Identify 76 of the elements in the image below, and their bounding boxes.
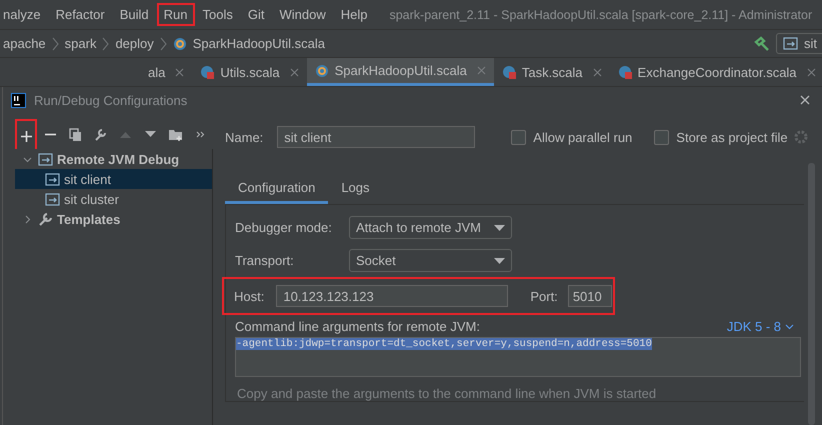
config-icon	[38, 152, 53, 166]
host-label: Host:	[234, 288, 264, 304]
chevron-icon	[160, 36, 167, 50]
transport-label: Transport:	[235, 253, 295, 268]
close-icon	[592, 68, 602, 76]
breadcrumb[interactable]: SparkHadoopUtil.scala	[192, 36, 325, 51]
tab[interactable]: Configuration	[225, 173, 328, 204]
dialog-title: Run/Debug Configurations	[34, 92, 188, 108]
command-line-label: Command line arguments for remote JVM:	[235, 319, 480, 334]
class-icon	[172, 36, 187, 50]
command-line-field[interactable]: -agentlib:jdwp=transport=dt_socket,server=y,suspend=n,address=5010	[235, 337, 801, 377]
dropdown[interactable]: Socket	[349, 249, 512, 272]
breadcrumb[interactable]: spark	[64, 36, 96, 51]
checkbox-label: Allow parallel run	[533, 130, 632, 144]
plus-icon	[20, 130, 32, 142]
close-icon	[175, 68, 184, 76]
debugger-mode-label: Debugger mode:	[235, 220, 333, 235]
dropdown[interactable]: Attach to remote JVM	[349, 216, 512, 239]
editor-tab[interactable]: Utils.scala	[192, 58, 307, 86]
port-field[interactable]: 5010	[568, 285, 612, 307]
name-label: Name:	[225, 130, 264, 144]
wrench-icon	[94, 128, 107, 140]
checkbox-label: Store as project file	[676, 130, 788, 144]
hint-text: Copy and paste the arguments to the command line when JVM is started	[236, 386, 658, 401]
editor-tab[interactable]: ala	[140, 58, 192, 86]
close-icon	[800, 95, 810, 105]
hammer-icon	[754, 36, 770, 52]
settings-icon	[794, 130, 809, 144]
editor-tab[interactable]: Task.scala	[494, 58, 610, 86]
tab[interactable]: Logs	[328, 173, 383, 204]
chevron-icon	[52, 36, 59, 50]
tree-item[interactable]: sit cluster	[15, 189, 212, 209]
chevron-down-icon	[23, 154, 32, 164]
host-field[interactable]: 10.123.123.123	[276, 285, 508, 307]
copy-icon	[69, 128, 82, 140]
menu-item[interactable]: Run	[156, 3, 194, 26]
checkbox[interactable]	[511, 130, 526, 144]
checkbox[interactable]	[654, 130, 670, 144]
menu-item[interactable]: Build	[112, 3, 156, 26]
close-icon	[290, 68, 299, 76]
app-logo-icon	[11, 92, 26, 108]
folder-icon	[169, 128, 182, 140]
menu-item[interactable]: Window	[272, 3, 333, 26]
config-icon	[45, 172, 60, 186]
menu-item[interactable]: Refactor	[48, 3, 112, 26]
close-icon	[476, 66, 486, 75]
editor-tab[interactable]: SparkHadoopUtil.scala	[306, 58, 494, 86]
menu-item[interactable]: Git	[240, 3, 272, 26]
tree-item[interactable]: Templates	[15, 209, 212, 229]
caret-icon	[494, 258, 505, 264]
object-icon	[200, 65, 214, 79]
class-icon	[314, 64, 329, 78]
config-icon	[783, 36, 798, 51]
double-chevron-icon	[196, 130, 204, 138]
port-label: Port:	[530, 288, 558, 304]
window-title: spark-parent_2.11 - SparkHadoopUtil.scala [spark-core_2.11] - Administrator	[389, 8, 812, 22]
wrench-icon	[38, 212, 53, 226]
breadcrumb[interactable]: deploy	[115, 36, 154, 51]
breadcrumb[interactable]: apache	[3, 36, 46, 51]
chevron-icon	[102, 36, 110, 50]
tree-item[interactable]: sit client	[15, 169, 212, 189]
name-field[interactable]: sit client	[277, 126, 476, 148]
object-icon	[618, 65, 632, 79]
chevron-right-icon	[23, 214, 32, 224]
menu-item[interactable]: Help	[334, 3, 374, 26]
chevron-down-icon	[785, 324, 794, 330]
close-icon	[806, 68, 816, 76]
jdk-version-link[interactable]: JDK 5 - 8	[726, 319, 794, 334]
run-config-button[interactable]: sit	[776, 33, 822, 54]
caret-icon	[494, 224, 505, 230]
tree-item[interactable]: Remote JVM Debug	[15, 149, 212, 169]
menu-item[interactable]: nalyze	[0, 3, 48, 26]
editor-tab[interactable]: ExchangeCoordinator.scala	[610, 58, 822, 86]
object-icon	[502, 65, 516, 79]
config-icon	[45, 192, 60, 206]
menu-item[interactable]: Tools	[196, 3, 240, 26]
